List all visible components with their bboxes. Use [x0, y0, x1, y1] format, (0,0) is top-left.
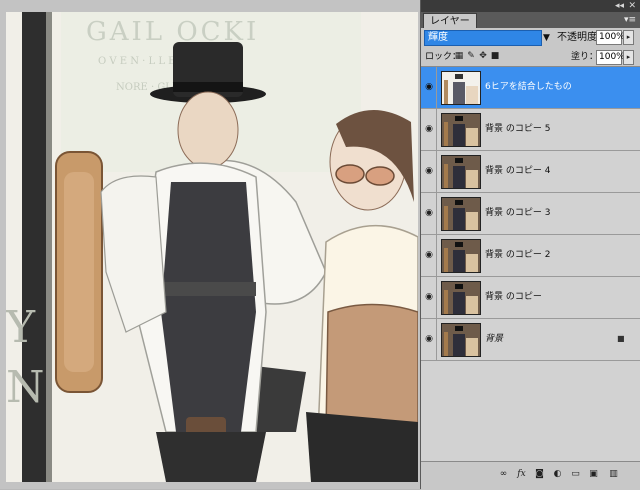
opacity-stepper-icon[interactable]: ▸	[623, 30, 634, 45]
lock-position-icon[interactable]: ✥	[478, 51, 488, 62]
panel-footer: ∞ fx ◙ ◐ ▭ ▣ ▥	[421, 461, 640, 490]
close-panel-icon[interactable]: ✕	[628, 0, 636, 12]
visibility-toggle[interactable]: ◉	[421, 319, 437, 360]
eye-icon[interactable]: ◉	[424, 166, 434, 176]
visibility-toggle[interactable]: ◉	[421, 67, 437, 108]
eye-icon[interactable]: ◉	[424, 208, 434, 218]
blend-mode-dropdown-icon[interactable]: ▼	[543, 30, 553, 46]
layer-row[interactable]: ◉ 6ヒアを結合したもの	[421, 67, 640, 109]
svg-text:N: N	[6, 362, 45, 413]
panel-tabs: レイヤー ▾≡	[421, 12, 640, 28]
collapse-panel-icon[interactable]: ◂◂	[615, 0, 624, 12]
document-canvas[interactable]: GAIL OCKI O V E N · L L E R NORE · GLLEN…	[6, 12, 418, 482]
layers-list[interactable]: ◉ 6ヒアを結合したもの ◉ 背景 のコピー 5 ◉ 背景 のコピー 4 ◉ 背…	[421, 66, 640, 462]
layers-panel: ◂◂ ✕ レイヤー ▾≡ 輝度 ▼ 不透明度： 100% ▸ ロック： ▦ ✎ …	[420, 0, 640, 490]
adjustment-icon[interactable]: ◐	[551, 468, 564, 481]
eye-icon[interactable]: ◉	[424, 292, 434, 302]
new-layer-icon[interactable]: ▣	[587, 468, 600, 481]
eye-icon[interactable]: ◉	[424, 334, 434, 344]
layer-row[interactable]: ◉ 背景 のコピー 3	[421, 193, 640, 235]
layer-thumbnail	[441, 113, 481, 147]
fill-stepper-icon[interactable]: ▸	[623, 50, 634, 65]
layer-name[interactable]: 背景 のコピー	[485, 291, 542, 303]
panel-menu-icon[interactable]: ▾≡	[624, 14, 636, 26]
visibility-toggle[interactable]: ◉	[421, 235, 437, 276]
layer-thumbnail	[441, 281, 481, 315]
lock-image-icon[interactable]: ✎	[466, 51, 476, 62]
lock-all-icon[interactable]: ■	[490, 51, 500, 62]
canvas-area[interactable]: GAIL OCKI O V E N · L L E R NORE · GLLEN…	[0, 0, 420, 489]
layer-name[interactable]: 6ヒアを結合したもの	[485, 81, 572, 93]
blend-row: 輝度 ▼ 不透明度： 100% ▸	[421, 28, 640, 48]
fill-input[interactable]: 100%	[596, 50, 625, 65]
layer-name[interactable]: 背景 のコピー 2	[485, 249, 550, 261]
eye-icon[interactable]: ◉	[424, 250, 434, 260]
link-icon[interactable]: ∞	[497, 468, 510, 481]
visibility-toggle[interactable]: ◉	[421, 109, 437, 150]
layer-name[interactable]: 背景	[485, 333, 503, 345]
visibility-toggle[interactable]: ◉	[421, 277, 437, 318]
layer-row[interactable]: ◉ 背景 ■	[421, 319, 640, 361]
layer-thumbnail	[441, 323, 481, 357]
layer-lock-icon: ■	[617, 334, 625, 343]
fill-label: 塗り：	[571, 52, 599, 62]
blend-mode-select[interactable]: 輝度	[424, 30, 542, 46]
tab-layers[interactable]: レイヤー	[423, 13, 477, 28]
folder-icon[interactable]: ▭	[569, 468, 582, 481]
layer-thumbnail	[441, 197, 481, 231]
layer-thumbnail	[441, 155, 481, 189]
layer-name[interactable]: 背景 のコピー 3	[485, 207, 550, 219]
visibility-toggle[interactable]: ◉	[421, 151, 437, 192]
eye-icon[interactable]: ◉	[424, 82, 434, 92]
layer-name[interactable]: 背景 のコピー 5	[485, 123, 550, 135]
mask-icon[interactable]: ◙	[533, 468, 546, 481]
trash-icon[interactable]: ▥	[607, 468, 620, 481]
layer-row[interactable]: ◉ 背景 のコピー 4	[421, 151, 640, 193]
layer-row[interactable]: ◉ 背景 のコピー 2	[421, 235, 640, 277]
layer-thumbnail	[441, 71, 481, 105]
layer-row[interactable]: ◉ 背景 のコピー	[421, 277, 640, 319]
panel-title-bar[interactable]: ◂◂ ✕	[421, 0, 640, 12]
lock-transparent-icon[interactable]: ▦	[454, 51, 464, 62]
layer-name[interactable]: 背景 のコピー 4	[485, 165, 550, 177]
fx-icon[interactable]: fx	[515, 468, 528, 481]
layer-thumbnail	[441, 239, 481, 273]
canvas-image: GAIL OCKI O V E N · L L E R NORE · GLLEN…	[6, 12, 418, 482]
opacity-input[interactable]: 100%	[596, 30, 625, 45]
lock-row: ロック： ▦ ✎ ✥ ■ 塗り： 100% ▸	[421, 48, 640, 66]
layer-row[interactable]: ◉ 背景 のコピー 5	[421, 109, 640, 151]
visibility-toggle[interactable]: ◉	[421, 193, 437, 234]
svg-text:Y: Y	[6, 302, 36, 353]
eye-icon[interactable]: ◉	[424, 124, 434, 134]
